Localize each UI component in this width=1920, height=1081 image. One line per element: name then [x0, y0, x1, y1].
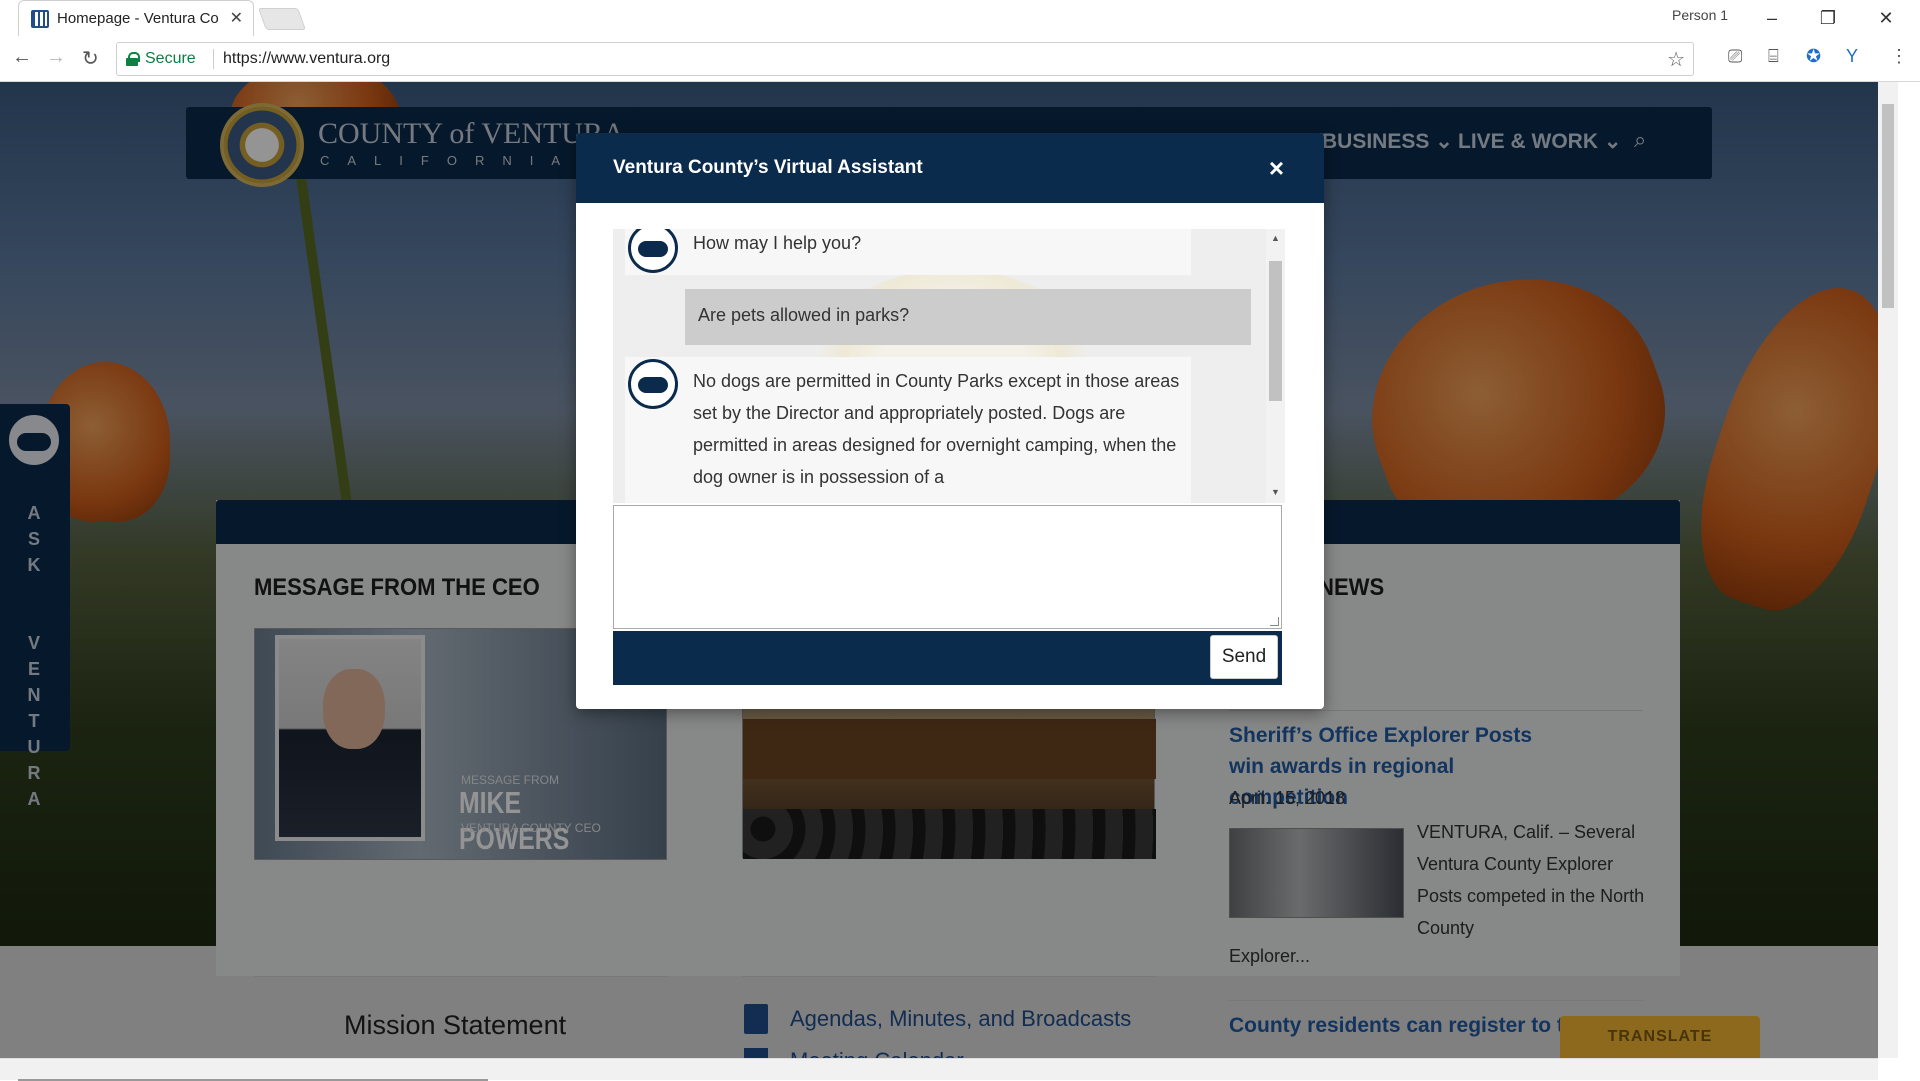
reload-icon[interactable]: ↻: [82, 46, 99, 71]
scroll-up-icon[interactable]: ▲: [1271, 233, 1280, 243]
user-message-text: Are pets allowed in parks?: [698, 305, 910, 325]
page-scroll-thumb[interactable]: [1882, 104, 1894, 308]
chat-scroll-thumb[interactable]: [1269, 261, 1282, 401]
lock-icon: [126, 52, 140, 66]
user-message: Are pets allowed in parks?: [685, 289, 1251, 345]
extension-blue-icon[interactable]: ✪: [1806, 46, 1821, 67]
new-tab-button[interactable]: [257, 8, 307, 30]
menu-icon[interactable]: ⋮: [1890, 46, 1908, 67]
tab-title: Homepage - Ventura Co: [57, 10, 219, 27]
forward-icon[interactable]: →: [46, 46, 66, 69]
chat-log[interactable]: How may I help you? Are pets allowed in …: [613, 229, 1282, 503]
restore-icon[interactable]: ❐: [1808, 4, 1848, 32]
secure-label: Secure: [145, 50, 196, 67]
bot-message: No dogs are permitted in County Parks ex…: [625, 357, 1191, 503]
browser-tab[interactable]: Homepage - Ventura Co ✕: [18, 0, 254, 36]
virtual-assistant-modal: Ventura County’s Virtual Assistant × How…: [576, 133, 1324, 709]
page-vertical-scrollbar[interactable]: [1878, 82, 1898, 1058]
omnibox-divider: [213, 49, 214, 69]
bot-avatar-icon: [628, 229, 678, 273]
address-bar[interactable]: Secure https://www.ventura.org ☆: [116, 42, 1694, 76]
chat-scrollbar[interactable]: ▲ ▼: [1266, 229, 1285, 503]
cast-icon[interactable]: ⎚: [1728, 46, 1742, 67]
close-window-icon[interactable]: ✕: [1866, 4, 1906, 32]
modal-header: Ventura County’s Virtual Assistant ×: [576, 133, 1324, 203]
send-button[interactable]: Send: [1210, 635, 1278, 679]
site-favicon-icon: [31, 10, 49, 28]
browser-tab-strip: Homepage - Ventura Co ✕ Person 1 – ❐ ✕: [0, 0, 1920, 36]
modal-title: Ventura County’s Virtual Assistant: [613, 157, 923, 178]
browser-toolbar: ← → ↻ Secure https://www.ventura.org ☆ ⎚…: [0, 36, 1920, 82]
bot-message-text: No dogs are permitted in County Parks ex…: [693, 371, 1180, 487]
bot-message: How may I help you?: [625, 229, 1191, 275]
minimize-icon[interactable]: –: [1752, 4, 1792, 32]
bookmark-star-icon[interactable]: ☆: [1667, 47, 1685, 72]
bot-message-text: How may I help you?: [693, 233, 862, 253]
url-text[interactable]: https://www.ventura.org: [223, 50, 390, 68]
profile-label[interactable]: Person 1: [1672, 7, 1728, 23]
bot-avatar-icon: [628, 359, 678, 409]
back-icon[interactable]: ←: [12, 46, 32, 69]
extension-v-icon[interactable]: Y: [1846, 46, 1858, 67]
page-horizontal-scrollbar[interactable]: [0, 1058, 1878, 1081]
scroll-down-icon[interactable]: ▼: [1271, 487, 1280, 497]
close-icon[interactable]: ×: [1269, 153, 1284, 184]
chat-input[interactable]: [613, 505, 1282, 629]
extension-icon[interactable]: ⌸: [1768, 46, 1779, 67]
chat-footer: Send: [613, 631, 1282, 685]
close-tab-icon[interactable]: ✕: [230, 8, 243, 28]
